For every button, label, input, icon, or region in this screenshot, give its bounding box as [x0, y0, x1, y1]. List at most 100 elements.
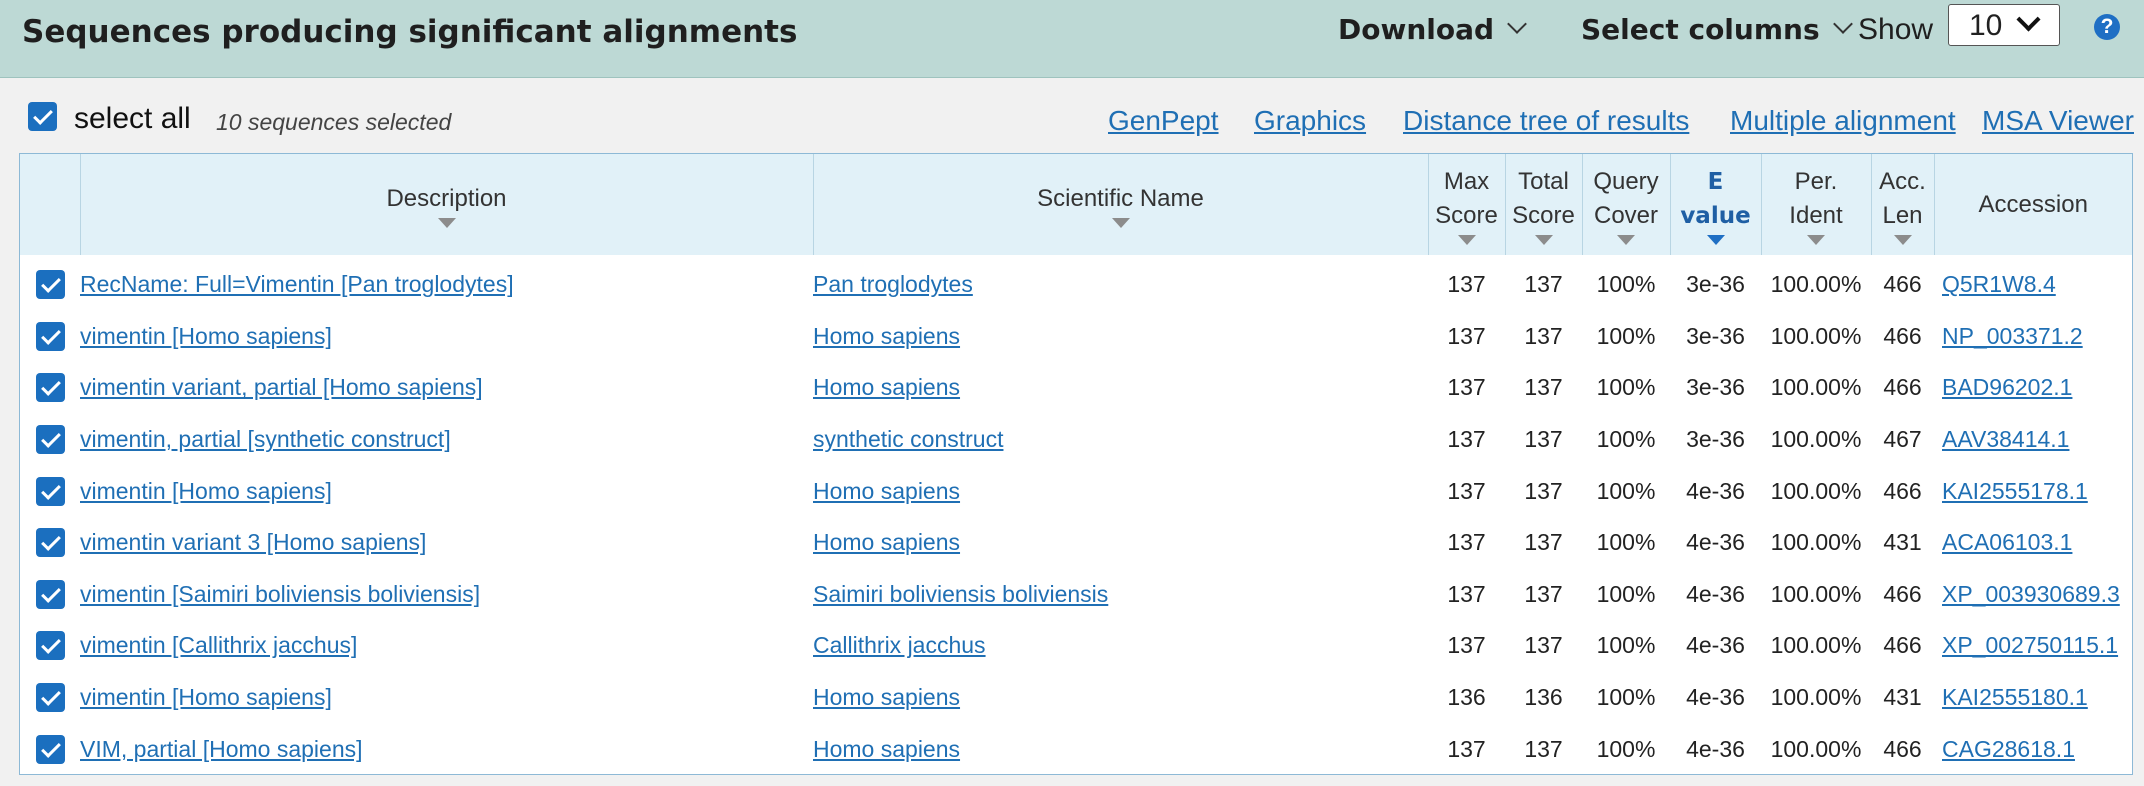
- col-query-cover-label-1: Query: [1593, 167, 1659, 195]
- description-link[interactable]: vimentin variant, partial [Homo sapiens]: [80, 374, 483, 400]
- scientific-name-link[interactable]: Pan troglodytes: [813, 271, 973, 297]
- cell-total-score: 137: [1524, 374, 1563, 401]
- cell-scientific-name: Homo sapiens: [813, 362, 1428, 414]
- cell-total-score: 137: [1524, 322, 1563, 349]
- col-scientific-name[interactable]: Scientific Name: [812, 154, 1428, 255]
- scientific-name-link[interactable]: Homo sapiens: [813, 478, 960, 504]
- description-link[interactable]: RecName: Full=Vimentin [Pan troglodytes]: [80, 271, 514, 297]
- scientific-name-link[interactable]: Homo sapiens: [813, 323, 960, 349]
- description-link[interactable]: vimentin [Callithrix jacchus]: [80, 632, 357, 658]
- row-checkbox[interactable]: [35, 528, 65, 558]
- col-evalue-label-1: E: [1707, 168, 1724, 195]
- sort-arrow-icon[interactable]: [1893, 234, 1912, 245]
- row-checkbox-cell: [20, 362, 80, 414]
- chevron-down-icon: [1507, 14, 1527, 34]
- accession-link[interactable]: NP_003371.2: [1942, 323, 2083, 349]
- msa-viewer-link[interactable]: MSA Viewer: [1982, 103, 2134, 139]
- row-checkbox[interactable]: [35, 373, 65, 403]
- row-checkbox[interactable]: [35, 321, 65, 351]
- cell-scientific-name: synthetic construct: [813, 414, 1428, 466]
- sort-arrow-icon[interactable]: [1111, 217, 1130, 228]
- col-per-ident-label-2: Ident: [1789, 201, 1843, 229]
- col-accession[interactable]: Accession: [1933, 154, 2132, 255]
- accession-link[interactable]: AAV38414.1: [1942, 426, 2069, 452]
- cell-per-ident: 100.00%: [1770, 735, 1862, 762]
- cell-total-score: 137: [1524, 735, 1563, 762]
- row-checkbox[interactable]: [35, 734, 65, 764]
- cell-scientific-name: Homo sapiens: [813, 465, 1428, 517]
- genpept-link[interactable]: GenPept: [1108, 103, 1219, 139]
- col-evalue[interactable]: Evalue: [1669, 154, 1761, 255]
- download-menu[interactable]: Download: [1338, 8, 1527, 52]
- cell-total-score: 137: [1524, 529, 1563, 556]
- accession-link[interactable]: KAI2555178.1: [1942, 478, 2088, 504]
- col-query-cover[interactable]: Query Cover: [1581, 154, 1670, 255]
- cell-query-cover: 100%: [1596, 735, 1656, 762]
- sort-arrow-icon[interactable]: [1457, 234, 1476, 245]
- row-checkbox[interactable]: [35, 631, 65, 661]
- multiple-alignment-link[interactable]: Multiple alignment: [1730, 103, 1956, 139]
- description-link[interactable]: vimentin [Homo sapiens]: [80, 478, 332, 504]
- col-description[interactable]: Description: [79, 154, 813, 255]
- cell-max-score: 137: [1447, 271, 1486, 298]
- scientific-name-link[interactable]: synthetic construct: [813, 426, 1003, 452]
- col-evalue-label-2: value: [1680, 202, 1751, 229]
- cell-accession: CAG28618.1: [1934, 723, 2132, 775]
- scientific-name-link[interactable]: Homo sapiens: [813, 684, 960, 710]
- description-link[interactable]: vimentin, partial [synthetic construct]: [80, 426, 451, 452]
- cell-per-ident: 100.00%: [1770, 271, 1862, 298]
- scientific-name-link[interactable]: Homo sapiens: [813, 374, 960, 400]
- table-row: vimentin variant, partial [Homo sapiens]…: [20, 362, 2132, 414]
- cell-scientific-name: Homo sapiens: [813, 517, 1428, 569]
- sort-arrow-icon[interactable]: [1534, 234, 1553, 245]
- select-all-label[interactable]: select all: [74, 101, 191, 137]
- row-checkbox[interactable]: [35, 270, 65, 300]
- row-checkbox[interactable]: [35, 476, 65, 506]
- help-icon[interactable]: ?: [2094, 14, 2120, 40]
- sort-arrow-icon[interactable]: [437, 217, 456, 228]
- select-all-checkbox[interactable]: [28, 102, 57, 131]
- scientific-name-link[interactable]: Saimiri boliviensis boliviensis: [813, 581, 1108, 607]
- cell-description: vimentin [Homo sapiens]: [80, 311, 813, 363]
- table-header-row: Description Scientific Name Max Score Tot…: [20, 154, 2132, 255]
- download-label: Download: [1338, 13, 1495, 46]
- description-link[interactable]: vimentin [Homo sapiens]: [80, 323, 332, 349]
- col-acc-len-label-2: Len: [1882, 201, 1923, 229]
- cell-query-cover: 100%: [1596, 684, 1656, 711]
- accession-link[interactable]: CAG28618.1: [1942, 736, 2075, 762]
- accession-link[interactable]: ACA06103.1: [1942, 529, 2072, 555]
- cell-query-cover: 100%: [1596, 632, 1656, 659]
- row-checkbox[interactable]: [35, 683, 65, 713]
- col-max-score[interactable]: Max Score: [1427, 154, 1505, 255]
- scientific-name-link[interactable]: Homo sapiens: [813, 529, 960, 555]
- show-count-select[interactable]: 10: [1948, 4, 2060, 46]
- table-row: vimentin [Homo sapiens] Homo sapiens 137 13…: [20, 311, 2132, 363]
- sort-arrow-icon[interactable]: [1807, 234, 1825, 245]
- chevron-down-icon: [1832, 14, 1853, 34]
- description-link[interactable]: VIM, partial [Homo sapiens]: [80, 736, 363, 762]
- select-columns-menu[interactable]: Select columns: [1581, 8, 1853, 52]
- graphics-link[interactable]: Graphics: [1254, 103, 1366, 139]
- accession-link[interactable]: XP_002750115.1: [1942, 632, 2118, 658]
- col-per-ident[interactable]: Per. Ident: [1760, 154, 1871, 255]
- sort-arrow-active-icon[interactable]: [1706, 234, 1725, 245]
- row-checkbox-cell: [20, 672, 80, 724]
- sort-arrow-icon[interactable]: [1617, 234, 1635, 245]
- distance-tree-link[interactable]: Distance tree of results: [1403, 103, 1689, 139]
- col-acc-len[interactable]: Acc. Len: [1870, 154, 1934, 255]
- description-link[interactable]: vimentin [Homo sapiens]: [80, 684, 332, 710]
- cell-evalue: 4e-36: [1686, 529, 1745, 556]
- col-total-score[interactable]: Total Score: [1504, 154, 1582, 255]
- cell-acc-len: 466: [1883, 374, 1922, 401]
- accession-link[interactable]: KAI2555180.1: [1942, 684, 2088, 710]
- row-checkbox-cell: [20, 311, 80, 363]
- scientific-name-link[interactable]: Callithrix jacchus: [813, 632, 986, 658]
- row-checkbox[interactable]: [35, 425, 65, 455]
- row-checkbox[interactable]: [35, 579, 65, 609]
- accession-link[interactable]: XP_003930689.3: [1942, 581, 2120, 607]
- description-link[interactable]: vimentin [Saimiri boliviensis boliviensi…: [80, 581, 480, 607]
- accession-link[interactable]: Q5R1W8.4: [1942, 271, 2056, 297]
- accession-link[interactable]: BAD96202.1: [1942, 374, 2072, 400]
- description-link[interactable]: vimentin variant 3 [Homo sapiens]: [80, 529, 426, 555]
- scientific-name-link[interactable]: Homo sapiens: [813, 736, 960, 762]
